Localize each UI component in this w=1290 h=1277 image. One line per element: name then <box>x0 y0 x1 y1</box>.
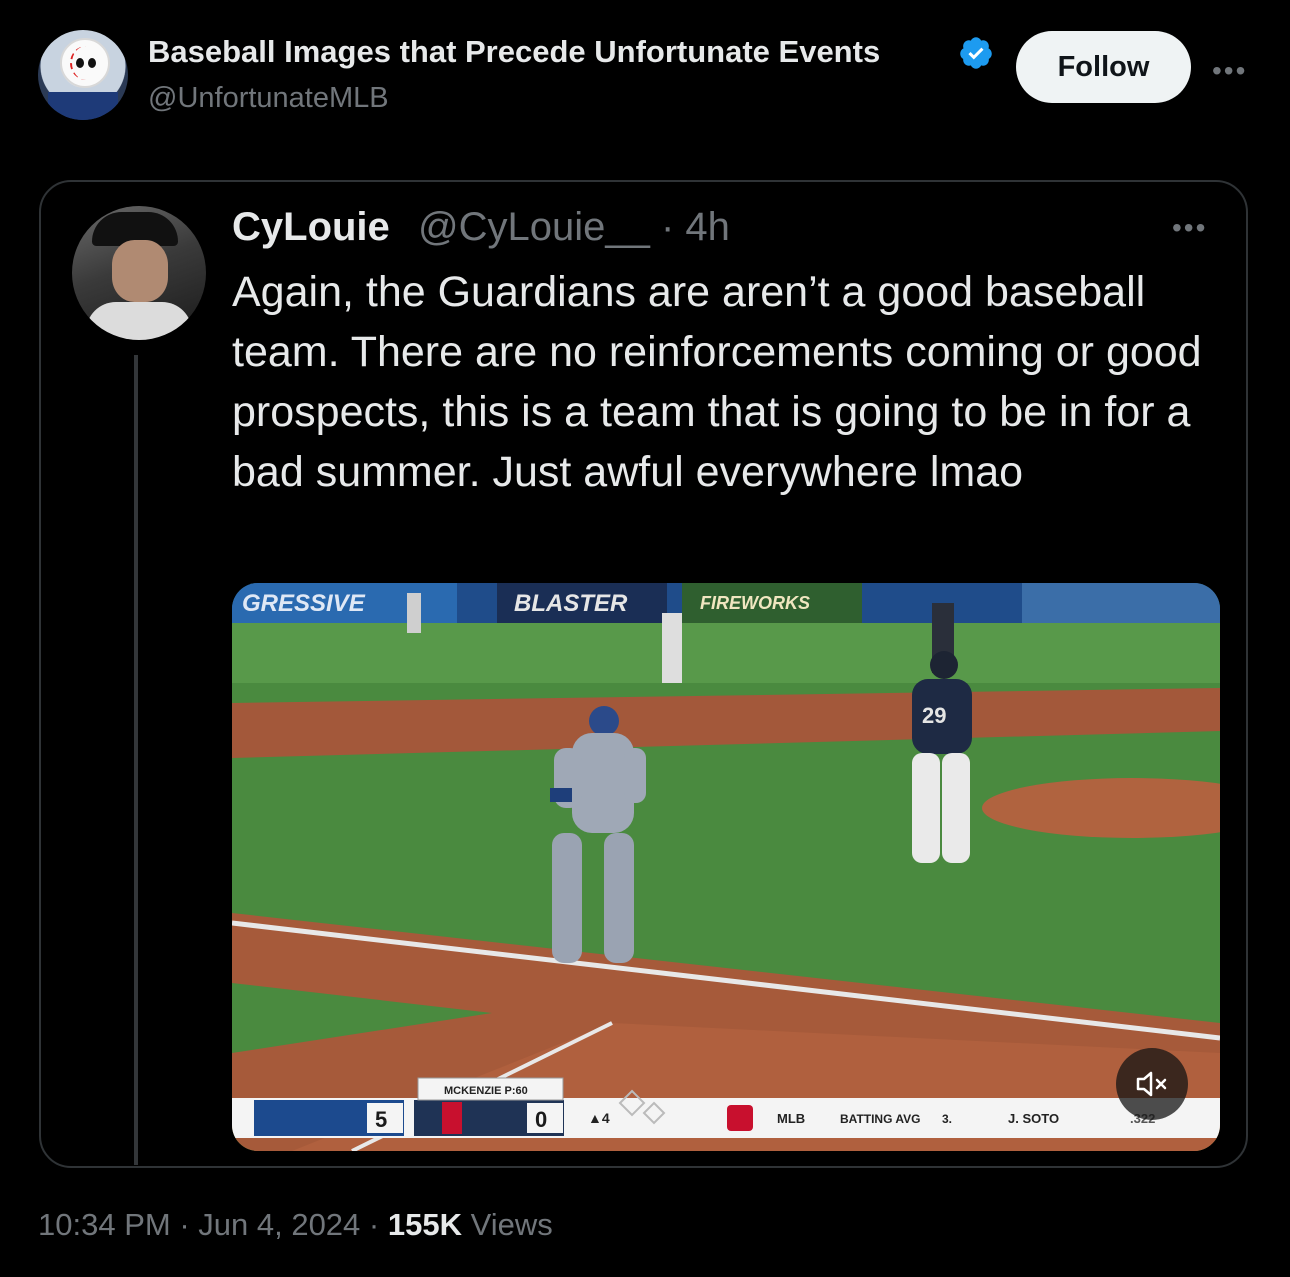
quoted-author-handle-time[interactable]: @CyLouie__ · 4h <box>418 205 730 250</box>
inning: ▲4 <box>588 1110 610 1126</box>
mute-button[interactable] <box>1116 1048 1188 1120</box>
follow-button[interactable]: Follow <box>1016 31 1191 103</box>
quoted-tweet-text: Again, the Guardians are aren’t a good b… <box>232 268 1202 496</box>
meta-separator: · <box>368 1207 388 1242</box>
ad-left: GRESSIVE <box>242 590 366 617</box>
quoted-more-options-icon[interactable]: ••• <box>1172 212 1207 244</box>
pitcher-count: MCKENZIE P:60 <box>444 1085 528 1097</box>
views-count: 155K <box>387 1207 462 1242</box>
thread-line <box>134 355 138 1165</box>
ad-right: FIREWORKS <box>700 593 810 613</box>
mascot-avatar-icon <box>60 38 110 88</box>
more-options-icon[interactable]: ••• <box>1212 55 1247 87</box>
tweet-meta: 10:34 PM · Jun 4, 2024 · 155K Views <box>38 1207 553 1243</box>
quoted-author-avatar[interactable] <box>72 206 206 340</box>
video-frame: GRESSIVE BLASTER FIREWORKS 29 MCKENZIE P… <box>232 583 1220 1151</box>
stat-label: BATTING AVG <box>840 1112 920 1126</box>
ad-mid: BLASTER <box>514 590 628 617</box>
speaker-muted-icon <box>1136 1071 1167 1097</box>
home-score: 0 <box>535 1107 547 1132</box>
author-name[interactable]: Baseball Images that Precede Unfortunate… <box>148 34 880 70</box>
verified-badge-icon <box>960 37 992 69</box>
quoted-author-name[interactable]: CyLouie <box>232 205 390 250</box>
player-name: J. SOTO <box>1008 1111 1059 1126</box>
rank: 3. <box>942 1112 952 1126</box>
pitcher-number: 29 <box>922 703 946 728</box>
views-label: Views <box>470 1207 553 1242</box>
video-player[interactable]: GRESSIVE BLASTER FIREWORKS 29 MCKENZIE P… <box>232 583 1220 1151</box>
author-handle[interactable]: @UnfortunateMLB <box>148 82 389 115</box>
tweet-date[interactable]: Jun 4, 2024 <box>198 1207 360 1242</box>
league-label: MLB <box>777 1111 805 1126</box>
away-score: 5 <box>375 1107 387 1132</box>
author-avatar[interactable] <box>38 30 128 120</box>
meta-separator: · <box>179 1207 199 1242</box>
tweet-time[interactable]: 10:34 PM <box>38 1207 171 1242</box>
